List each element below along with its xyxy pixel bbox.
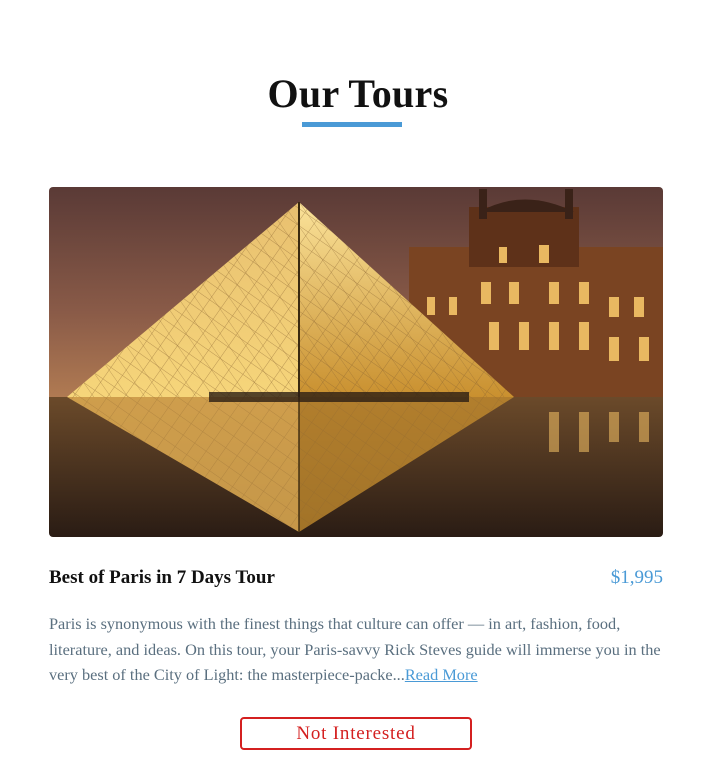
title-underline — [302, 122, 402, 127]
read-more-link[interactable]: Read More — [405, 665, 478, 684]
page-title: Our Tours — [267, 71, 449, 116]
not-interested-button[interactable]: Not Interested — [240, 717, 472, 750]
tour-description-text: Paris is synonymous with the finest thin… — [49, 614, 661, 684]
tour-price: $1,995 — [610, 567, 663, 588]
tour-name: Best of Paris in 7 Days Tour — [49, 567, 275, 588]
tour-image — [49, 187, 663, 537]
louvre-pyramid-photo — [49, 187, 663, 537]
tour-description: Paris is synonymous with the finest thin… — [49, 611, 669, 688]
